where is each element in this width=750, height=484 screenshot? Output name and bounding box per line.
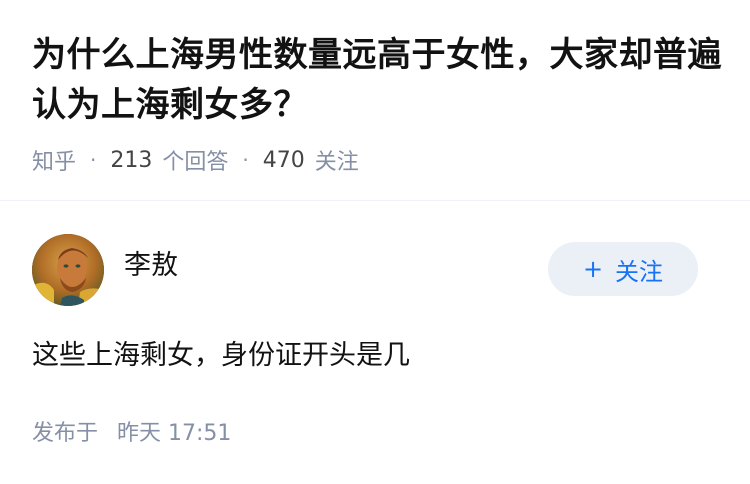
source-label[interactable]: 知乎 — [32, 144, 76, 176]
separator-dot: · — [90, 148, 97, 172]
question-title[interactable]: 为什么上海男性数量远高于女性，大家却普遍认为上海剩女多？ — [32, 30, 722, 130]
question-meta: 知乎 · 213 个回答 · 470 关注 — [32, 142, 359, 178]
avatar-image-icon — [32, 234, 104, 306]
question-header: 为什么上海男性数量远高于女性，大家却普遍认为上海剩女多？ — [32, 30, 722, 130]
follow-button[interactable]: + 关注 — [548, 242, 698, 296]
followers-label: 关注 — [314, 150, 359, 175]
author-row: 李敖 + 关注 — [32, 234, 698, 306]
avatar[interactable] — [32, 234, 104, 306]
plus-icon: + — [582, 255, 604, 283]
answer-content[interactable]: 这些上海剩女，身份证开头是几 — [32, 336, 410, 376]
published-prefix: 发布于 — [32, 421, 99, 446]
answers-label: 个回答 — [162, 150, 229, 175]
published-time: 昨天 17:51 — [117, 421, 232, 446]
separator-dot: · — [242, 148, 249, 172]
divider — [0, 200, 750, 201]
followers-count: 470 — [262, 147, 305, 173]
answers-count: 213 — [110, 147, 153, 173]
author-name[interactable]: 李敖 — [124, 248, 178, 284]
answer-timestamp: 发布于 昨天 17:51 — [32, 416, 231, 452]
follow-button-label: 关注 — [615, 257, 664, 286]
page: 为什么上海男性数量远高于女性，大家却普遍认为上海剩女多？ 知乎 · 213 个回… — [0, 0, 750, 484]
